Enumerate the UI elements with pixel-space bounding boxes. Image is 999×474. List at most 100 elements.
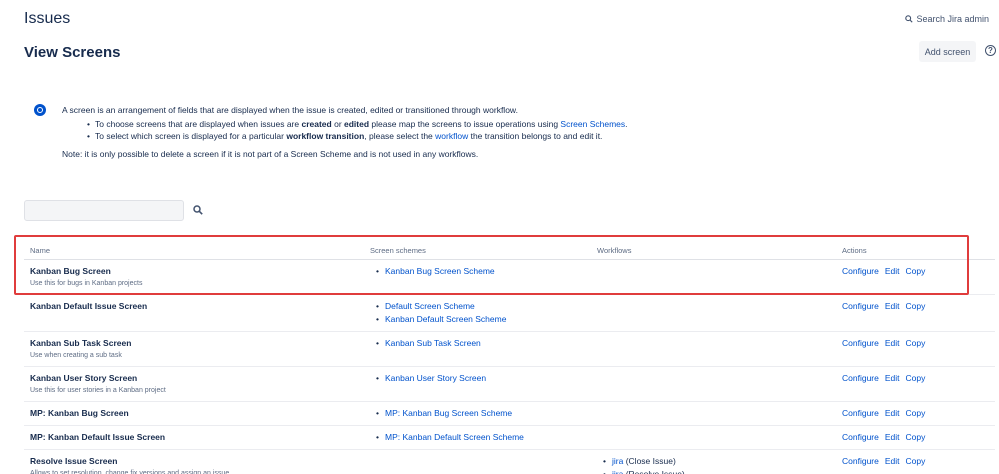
workflow-list: jira (Close Issue)jira (Resolve Issue) [603, 455, 836, 474]
cell-name: Kanban User Story Screen Use this for use… [24, 366, 364, 402]
info-bullet-screen-schemes: To choose screens that are displayed whe… [87, 118, 722, 130]
screen-description: Use this for bugs in Kanban projects [30, 279, 143, 287]
page-header-title: Issues [24, 10, 71, 27]
list-item: Kanban User Story Screen [376, 372, 591, 385]
cell-screen-schemes: MP: Kanban Default Screen Scheme [364, 425, 591, 450]
screen-description: Use this for user stories in a Kanban pr… [30, 386, 166, 394]
screen-scheme-list: Kanban Bug Screen Scheme [376, 265, 591, 278]
screen-scheme-link[interactable]: Default Screen Scheme [385, 301, 475, 311]
edit-link[interactable]: Edit [885, 373, 900, 383]
cell-workflows: jira (Close Issue)jira (Resolve Issue) [591, 449, 836, 474]
cell-actions: Configure Edit Copy [836, 366, 995, 402]
cell-name: Kanban Bug Screen Use this for bugs in Ka… [24, 259, 364, 295]
cell-actions: Configure Edit Copy [836, 259, 995, 295]
table-row: Kanban Sub Task Screen Use when creating … [24, 331, 995, 367]
screen-schemes-link[interactable]: Screen Schemes [560, 119, 625, 129]
workflow-transition: (Resolve Issue) [623, 468, 685, 474]
configure-link[interactable]: Configure [842, 338, 879, 348]
list-item: Kanban Default Screen Scheme [376, 313, 591, 326]
table-row: Kanban User Story Screen Use this for use… [24, 366, 995, 402]
workflow-link[interactable]: workflow [435, 131, 468, 141]
cell-workflows [591, 331, 836, 367]
bullet2-post: the transition belongs to and edit it. [468, 131, 603, 141]
bullet1-post: please map the screens to issue operatio… [369, 119, 561, 129]
bullet1-end: . [625, 119, 628, 129]
screen-name: MP: Kanban Bug Screen [30, 407, 129, 418]
screen-scheme-list: MP: Kanban Default Screen Scheme [376, 431, 591, 444]
table-header-row: Name Screen schemes Workflows Actions [24, 242, 995, 260]
copy-link[interactable]: Copy [906, 432, 926, 442]
add-screen-button[interactable]: Add screen [919, 41, 976, 62]
configure-link[interactable]: Configure [842, 266, 879, 276]
bullet2-mid: , please select the [364, 131, 436, 141]
configure-link[interactable]: Configure [842, 432, 879, 442]
search-icon [905, 15, 914, 23]
cell-workflows [591, 401, 836, 426]
list-item: MP: Kanban Default Screen Scheme [376, 431, 591, 444]
cell-screen-schemes [364, 449, 591, 474]
screen-scheme-link[interactable]: MP: Kanban Bug Screen Scheme [385, 408, 512, 418]
info-bullets: To choose screens that are displayed whe… [87, 118, 722, 142]
info-text: A screen is an arrangement of fields tha… [62, 104, 722, 160]
cell-workflows [591, 425, 836, 450]
configure-link[interactable]: Configure [842, 373, 879, 383]
screen-filter-input[interactable] [24, 200, 184, 221]
cell-name: Kanban Default Issue Screen [24, 294, 364, 332]
cell-actions: Configure Edit Copy [836, 331, 995, 367]
screen-scheme-link[interactable]: MP: Kanban Default Screen Scheme [385, 432, 524, 442]
filter-search-icon[interactable] [193, 205, 203, 215]
edit-link[interactable]: Edit [885, 408, 900, 418]
screen-scheme-list: Kanban Sub Task Screen [376, 337, 591, 350]
copy-link[interactable]: Copy [906, 266, 926, 276]
screen-scheme-link[interactable]: Kanban Default Screen Scheme [385, 314, 506, 324]
edit-link[interactable]: Edit [885, 301, 900, 311]
workflow-link[interactable]: jira [612, 456, 623, 466]
list-item: Kanban Bug Screen Scheme [376, 265, 591, 278]
copy-link[interactable]: Copy [906, 456, 926, 466]
cell-screen-schemes: Kanban Sub Task Screen [364, 331, 591, 367]
edit-link[interactable]: Edit [885, 456, 900, 466]
configure-link[interactable]: Configure [842, 408, 879, 418]
screen-scheme-link[interactable]: Kanban User Story Screen [385, 373, 486, 383]
search-jira-admin-link[interactable]: Search Jira admin [905, 14, 989, 24]
cell-screen-schemes: Kanban Bug Screen Scheme [364, 259, 591, 295]
header-screen-schemes: Screen schemes [364, 242, 591, 260]
screen-name: Kanban Sub Task Screen [30, 337, 132, 348]
list-item: Kanban Sub Task Screen [376, 337, 591, 350]
screen-scheme-link[interactable]: Kanban Bug Screen Scheme [385, 266, 495, 276]
copy-link[interactable]: Copy [906, 338, 926, 348]
copy-link[interactable]: Copy [906, 408, 926, 418]
screen-scheme-link[interactable]: Kanban Sub Task Screen [385, 338, 481, 348]
cell-actions: Configure Edit Copy [836, 401, 995, 426]
configure-link[interactable]: Configure [842, 456, 879, 466]
list-item: jira (Close Issue) [603, 455, 836, 468]
edit-link[interactable]: Edit [885, 432, 900, 442]
workflow-transition: (Close Issue) [623, 455, 676, 466]
info-bullet-workflow: To select which screen is displayed for … [87, 130, 722, 142]
search-jira-admin-label: Search Jira admin [916, 14, 989, 24]
copy-link[interactable]: Copy [906, 301, 926, 311]
cell-name: Resolve Issue Screen Allows to set resolu… [24, 449, 364, 474]
screen-name: Kanban Bug Screen [30, 265, 111, 276]
edit-link[interactable]: Edit [885, 266, 900, 276]
bullet1-pre: To choose screens that are displayed whe… [95, 119, 302, 129]
copy-link[interactable]: Copy [906, 373, 926, 383]
screens-table: Name Screen schemes Workflows Actions Ka… [24, 242, 995, 474]
screen-scheme-list: MP: Kanban Bug Screen Scheme [376, 407, 591, 420]
cell-actions: Configure Edit Copy [836, 425, 995, 450]
cell-actions: Configure Edit Copy [836, 449, 995, 474]
info-intro: A screen is an arrangement of fields tha… [62, 105, 518, 115]
bullet1-mid: or [331, 119, 345, 129]
edit-link[interactable]: Edit [885, 338, 900, 348]
cell-screen-schemes: MP: Kanban Bug Screen Scheme [364, 401, 591, 426]
help-icon[interactable]: ? [985, 45, 996, 56]
cell-screen-schemes: Default Screen Scheme Kanban Default Scre… [364, 294, 591, 332]
configure-link[interactable]: Configure [842, 301, 879, 311]
header-workflows: Workflows [591, 242, 836, 260]
cell-name: Kanban Sub Task Screen Use when creating … [24, 331, 364, 367]
bullet1-created: created [301, 119, 332, 129]
list-item: jira (Resolve Issue) [603, 468, 836, 474]
table-row: Kanban Default Issue Screen Default Scree… [24, 294, 995, 332]
workflow-link[interactable]: jira [612, 469, 623, 474]
cell-name: MP: Kanban Default Issue Screen [24, 425, 364, 450]
